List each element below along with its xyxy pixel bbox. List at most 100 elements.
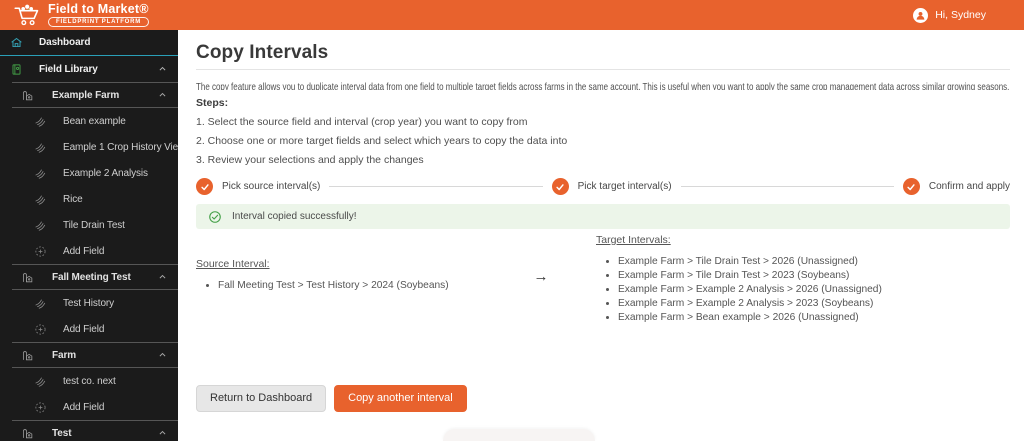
add-icon (34, 401, 47, 414)
user-menu[interactable]: Hi, Sydney (913, 7, 986, 23)
step-indicator-target: Pick target interval(s) (551, 178, 672, 195)
step-instruction: 3. Review your selections and apply the … (196, 154, 424, 166)
steps-heading: Steps: (196, 97, 229, 109)
brand-title: Field to Market® (48, 2, 149, 16)
sidebar-item-label: test co. next (63, 375, 116, 387)
field-icon (34, 141, 47, 154)
check-icon (196, 178, 213, 195)
field-icon (34, 193, 47, 206)
sidebar-item-label: Tile Drain Test (63, 219, 125, 231)
sidebar-item-label: Rice (63, 193, 83, 205)
sidebar-item-test-history[interactable]: Test History (0, 290, 178, 316)
sidebar-item-example-farm[interactable]: Example Farm (0, 82, 178, 108)
sidebar-item-label: Fall Meeting Test (52, 271, 131, 283)
progress-stepper: Pick source interval(s) Pick target inte… (196, 178, 1010, 195)
step-indicator-confirm: Confirm and apply (902, 178, 1010, 195)
sidebar-item-add-field-example-farm[interactable]: Add Field (0, 238, 178, 264)
person-icon (913, 7, 929, 23)
sidebar-item-test[interactable]: Test (0, 420, 178, 441)
source-interval-heading: Source Interval: (196, 258, 270, 270)
sidebar-item-label: Example 2 Analysis (63, 167, 148, 179)
stepper-connector (680, 186, 894, 187)
chevron-up-icon[interactable] (158, 273, 167, 282)
step-label: Confirm and apply (928, 181, 1010, 192)
check-icon (902, 178, 920, 195)
copy-summary: Source Interval: Fall Meeting Test > Tes… (196, 234, 1010, 325)
target-interval-item: Example Farm > Tile Drain Test > 2023 (S… (618, 269, 1010, 283)
farm-icon (21, 271, 34, 284)
main-content: Copy Intervals The copy feature allows y… (178, 30, 1024, 441)
action-buttons: Return to Dashboard Copy another interva… (196, 385, 467, 412)
source-interval-item: Fall Meeting Test > Test History > 2024 … (218, 279, 516, 293)
success-check-icon (209, 210, 221, 223)
sidebar-item-bean-example[interactable]: Bean example (0, 108, 178, 134)
add-icon (34, 245, 47, 258)
bottom-widget-handle[interactable] (443, 429, 595, 441)
target-intervals-section: Target Intervals: Example Farm > Tile Dr… (596, 234, 1010, 325)
library-icon (10, 63, 23, 76)
sidebar-item-label: Test (52, 427, 72, 439)
sidebar-item-tile-drain-test[interactable]: Tile Drain Test (0, 212, 178, 238)
target-intervals-heading: Target Intervals: (596, 234, 671, 246)
success-banner: Interval copied successfully! (196, 204, 1010, 229)
field-icon (34, 219, 47, 232)
chevron-up-icon[interactable] (158, 91, 167, 100)
sidebar-item-label: Eample 1 Crop History View (63, 141, 178, 153)
sidebar-item-farm[interactable]: Farm (0, 342, 178, 368)
target-interval-item: Example Farm > Bean example > 2026 (Unas… (618, 311, 1010, 325)
step-instruction: 2. Choose one or more target fields and … (196, 135, 568, 147)
chevron-up-icon[interactable] (158, 351, 167, 360)
user-greeting: Hi, Sydney (935, 9, 986, 21)
sidebar-item-add-field-fall-meeting-test[interactable]: Add Field (0, 316, 178, 342)
chevron-up-icon[interactable] (158, 429, 167, 438)
sidebar-item-test-co-next[interactable]: test co. next (0, 368, 178, 394)
brand-subtitle: FIELDPRINT PLATFORM (48, 17, 150, 27)
brand-logo[interactable]: Field to Market® FIELDPRINT PLATFORM (14, 2, 150, 27)
stepper-connector (329, 186, 543, 187)
home-icon (10, 36, 23, 49)
sidebar-item-fall-meeting-test[interactable]: Fall Meeting Test (0, 264, 178, 290)
sidebar-item-label: Field Library (39, 63, 98, 75)
target-interval-item: Example Farm > Tile Drain Test > 2026 (U… (618, 255, 1010, 269)
title-divider (196, 69, 1010, 70)
copy-another-interval-button[interactable]: Copy another interval (334, 385, 467, 412)
step-label: Pick source interval(s) (222, 181, 321, 192)
return-to-dashboard-button[interactable]: Return to Dashboard (196, 385, 327, 412)
sidebar-item-label: Add Field (63, 401, 105, 413)
farm-icon (21, 89, 34, 102)
farm-icon (21, 427, 34, 440)
success-message: Interval copied successfully! (232, 211, 357, 222)
target-interval-item: Example Farm > Example 2 Analysis > 2023… (618, 297, 1010, 311)
farm-icon (21, 349, 34, 362)
step-indicator-source: Pick source interval(s) (196, 178, 320, 195)
chevron-up-icon[interactable] (158, 65, 167, 74)
sidebar-item-dashboard[interactable]: Dashboard (0, 30, 178, 56)
sidebar-nav: Dashboard Field Library Example Farm Bea… (0, 30, 178, 441)
sidebar-item-label: Example Farm (52, 89, 120, 101)
sidebar-item-rice[interactable]: Rice (0, 186, 178, 212)
app-header: Field to Market® FIELDPRINT PLATFORM Hi,… (0, 0, 1024, 30)
add-icon (34, 323, 47, 336)
target-interval-item: Example Farm > Example 2 Analysis > 2026… (618, 283, 1010, 297)
field-icon (34, 297, 47, 310)
source-interval-section: Source Interval: Fall Meeting Test > Tes… (196, 258, 516, 293)
sidebar-item-label: Bean example (63, 115, 126, 127)
arrow-icon: → (533, 268, 549, 285)
field-icon (34, 375, 47, 388)
cart-icon (14, 3, 41, 27)
sidebar-item-field-library[interactable]: Field Library (0, 56, 178, 82)
field-icon (34, 115, 47, 128)
sidebar-item-label: Farm (52, 349, 77, 361)
field-icon (34, 167, 47, 180)
sidebar-item-label: Test History (63, 297, 115, 309)
page-title: Copy Intervals (196, 42, 329, 63)
sidebar-item-add-field-farm[interactable]: Add Field (0, 394, 178, 420)
sidebar-item-label: Add Field (63, 245, 105, 257)
sidebar-item-eample-1-crop-history-view[interactable]: Eample 1 Crop History View (0, 134, 178, 160)
sidebar-item-example-2-analysis[interactable]: Example 2 Analysis (0, 160, 178, 186)
page-description: The copy feature allows you to duplicate… (196, 81, 1010, 90)
sidebar-item-label: Add Field (63, 323, 105, 335)
step-label: Pick target interval(s) (577, 181, 672, 192)
check-icon (551, 178, 569, 195)
sidebar-item-label: Dashboard (39, 37, 91, 48)
